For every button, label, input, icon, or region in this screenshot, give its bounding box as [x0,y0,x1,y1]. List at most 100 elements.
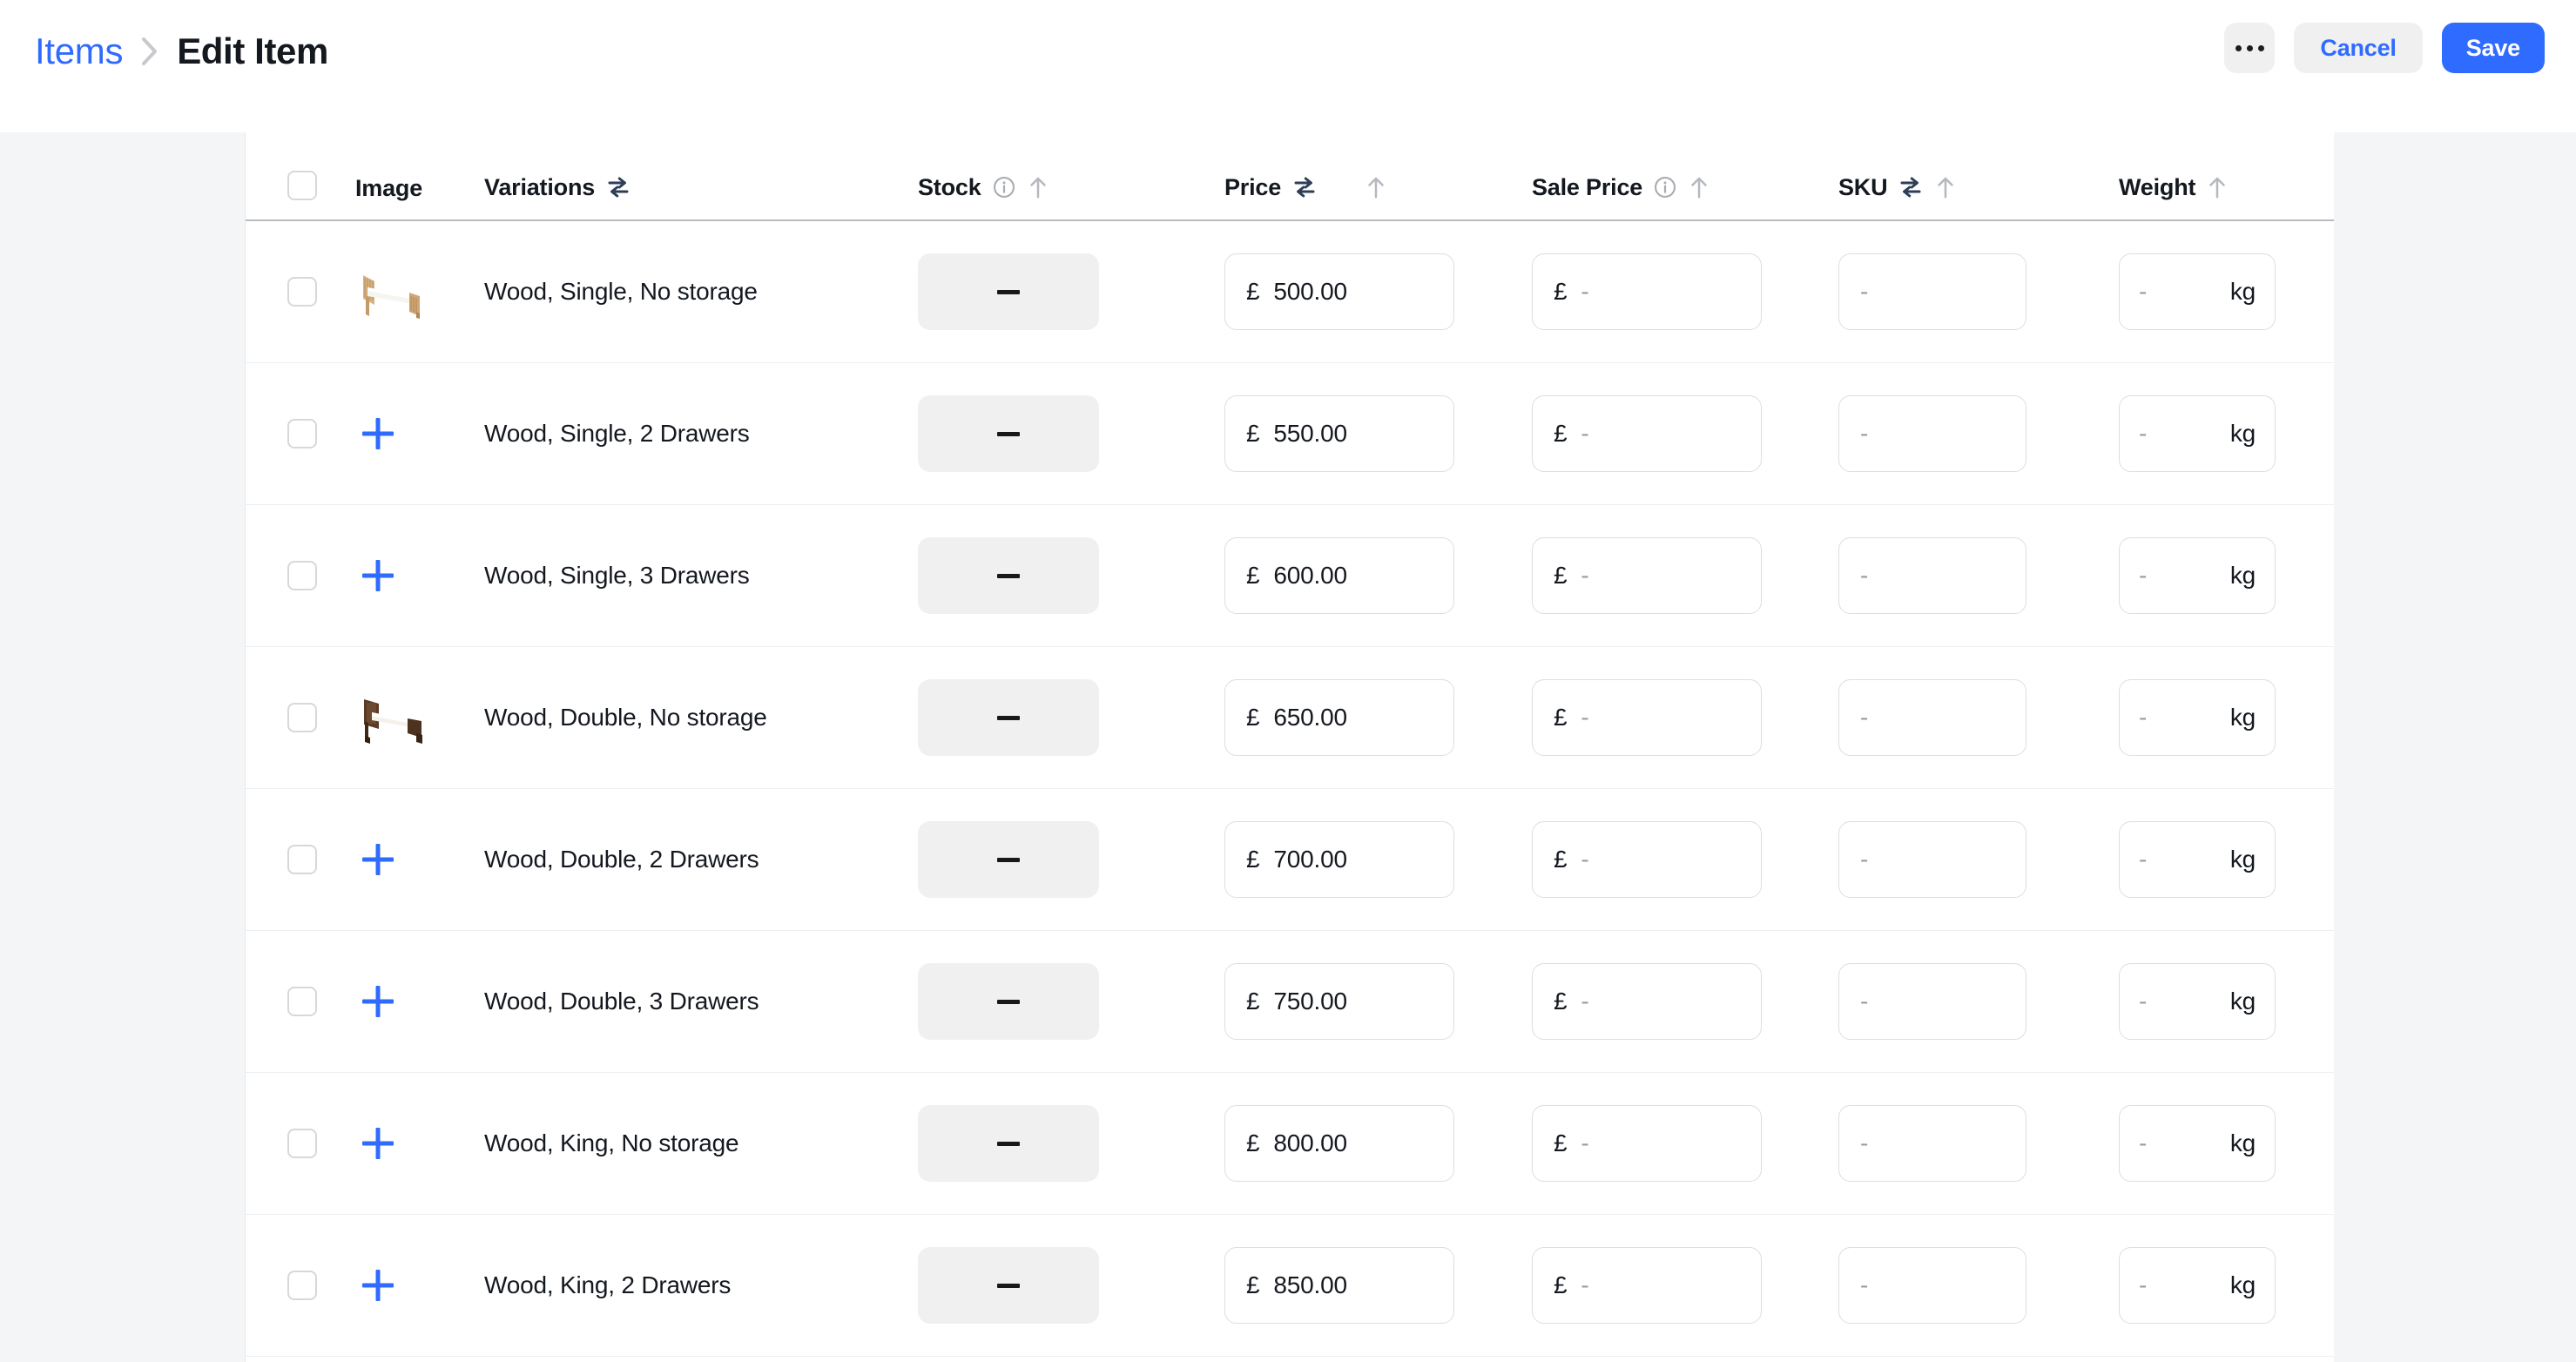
row-checkbox[interactable] [287,703,317,732]
table-row: Wood, Double, No storage £650.00 £ - - - kg [246,647,2334,789]
price-value: 700.00 [1273,846,1347,873]
row-weight-cell: - kg [2119,537,2337,614]
price-value: 550.00 [1273,420,1347,447]
weight-placeholder: - [2139,278,2148,305]
sku-input[interactable]: - [1838,253,2026,330]
sku-input[interactable]: - [1838,821,2026,898]
price-value: 500.00 [1273,278,1347,305]
row-checkbox[interactable] [287,845,317,874]
weight-input[interactable]: - kg [2119,679,2276,756]
header-image-cell: Image [355,177,484,200]
sale-price-input[interactable]: £ - [1532,963,1762,1040]
row-sku-cell: - [1838,537,2119,614]
price-input[interactable]: £700.00 [1224,821,1454,898]
weight-placeholder: - [2139,420,2148,447]
sku-input[interactable]: - [1838,679,2026,756]
row-sku-cell: - [1838,395,2119,472]
variation-thumbnail-bed-light-wood[interactable] [355,264,428,320]
sku-placeholder: - [1860,704,1869,731]
weight-input[interactable]: - kg [2119,253,2276,330]
price-input[interactable]: £600.00 [1224,537,1454,614]
breadcrumb-items-link[interactable]: Items [35,33,123,70]
add-image-button[interactable] [355,553,401,598]
stock-dash-icon [997,1141,1020,1146]
sale-price-placeholder: - [1581,278,1589,305]
sort-arrow-up-icon[interactable] [1365,174,1387,200]
row-stock-cell [918,1105,1224,1182]
price-input[interactable]: £800.00 [1224,1105,1454,1182]
sale-price-input[interactable]: £ - [1532,1247,1762,1324]
add-image-button[interactable] [355,979,401,1024]
weight-input[interactable]: - kg [2119,537,2276,614]
row-sku-cell: - [1838,1247,2119,1324]
sort-arrow-up-icon[interactable] [2206,174,2229,200]
row-checkbox[interactable] [287,987,317,1016]
sku-placeholder: - [1860,846,1869,873]
weight-input[interactable]: - kg [2119,395,2276,472]
add-image-button[interactable] [355,837,401,882]
table-row: Wood, Single, 2 Drawers £550.00 £ - - - kg [246,363,2334,505]
cancel-button[interactable]: Cancel [2294,23,2423,73]
sale-price-placeholder: - [1581,420,1589,447]
row-variation-cell: Wood, Double, 3 Drawers [484,988,918,1015]
add-image-button[interactable] [355,411,401,456]
weight-input[interactable]: - kg [2119,821,2276,898]
row-weight-cell: - kg [2119,1105,2337,1182]
variation-label: Wood, Double, 2 Drawers [484,846,759,873]
row-sale-price-cell: £ - [1532,679,1838,756]
sale-price-input[interactable]: £ - [1532,395,1762,472]
sale-price-input[interactable]: £ - [1532,1105,1762,1182]
price-input[interactable]: £650.00 [1224,679,1454,756]
row-checkbox[interactable] [287,419,317,448]
variation-thumbnail-bed-dark-wood[interactable] [355,690,428,745]
column-header-variations: Variations [484,173,596,200]
sort-arrow-up-icon[interactable] [1688,174,1710,200]
sale-price-input[interactable]: £ - [1532,679,1762,756]
swap-icon[interactable] [605,174,631,200]
row-checkbox[interactable] [287,1129,317,1158]
currency-symbol: £ [1246,988,1260,1015]
table-row: Wood, Double, 2 Drawers £700.00 £ - - - kg [246,789,2334,931]
info-icon[interactable] [1653,175,1677,199]
sale-price-input[interactable]: £ - [1532,253,1762,330]
sale-price-input[interactable]: £ - [1532,821,1762,898]
more-options-button[interactable] [2224,23,2276,73]
sku-input[interactable]: - [1838,1105,2026,1182]
select-all-checkbox[interactable] [287,171,317,200]
row-sale-price-cell: £ - [1532,537,1838,614]
add-image-button[interactable] [355,1121,401,1166]
price-input[interactable]: £850.00 [1224,1247,1454,1324]
row-checkbox[interactable] [287,277,317,307]
sku-input[interactable]: - [1838,537,2026,614]
add-image-button[interactable] [355,1263,401,1308]
row-variation-cell: Wood, Single, No storage [484,278,918,306]
weight-input[interactable]: - kg [2119,1247,2276,1324]
price-value: 600.00 [1273,562,1347,589]
price-input[interactable]: £550.00 [1224,395,1454,472]
weight-input[interactable]: - kg [2119,963,2276,1040]
swap-icon[interactable] [1898,174,1924,200]
weight-unit-label: kg [2229,704,2256,731]
price-value: 850.00 [1273,1271,1347,1298]
weight-unit-label: kg [2229,1129,2256,1156]
sku-input[interactable]: - [1838,395,2026,472]
variation-label: Wood, Single, No storage [484,278,758,305]
save-button[interactable]: Save [2441,23,2545,73]
sort-arrow-up-icon[interactable] [1027,174,1049,200]
row-checkbox[interactable] [287,561,317,590]
row-checkbox[interactable] [287,1271,317,1300]
breadcrumb: Items Edit Item [35,33,328,70]
price-input[interactable]: £750.00 [1224,963,1454,1040]
weight-input[interactable]: - kg [2119,1105,2276,1182]
sale-price-input[interactable]: £ - [1532,537,1762,614]
header-weight-cell: Weight [2119,174,2337,200]
info-icon[interactable] [992,175,1016,199]
price-input[interactable]: £500.00 [1224,253,1454,330]
sku-input[interactable]: - [1838,1247,2026,1324]
price-value: 750.00 [1273,988,1347,1015]
variation-label: Wood, King, No storage [484,1129,739,1156]
table-row: Wood, Single, 3 Drawers £600.00 £ - - - kg [246,505,2334,647]
swap-icon[interactable] [1291,174,1318,200]
sku-input[interactable]: - [1838,963,2026,1040]
sort-arrow-up-icon[interactable] [1934,174,1957,200]
